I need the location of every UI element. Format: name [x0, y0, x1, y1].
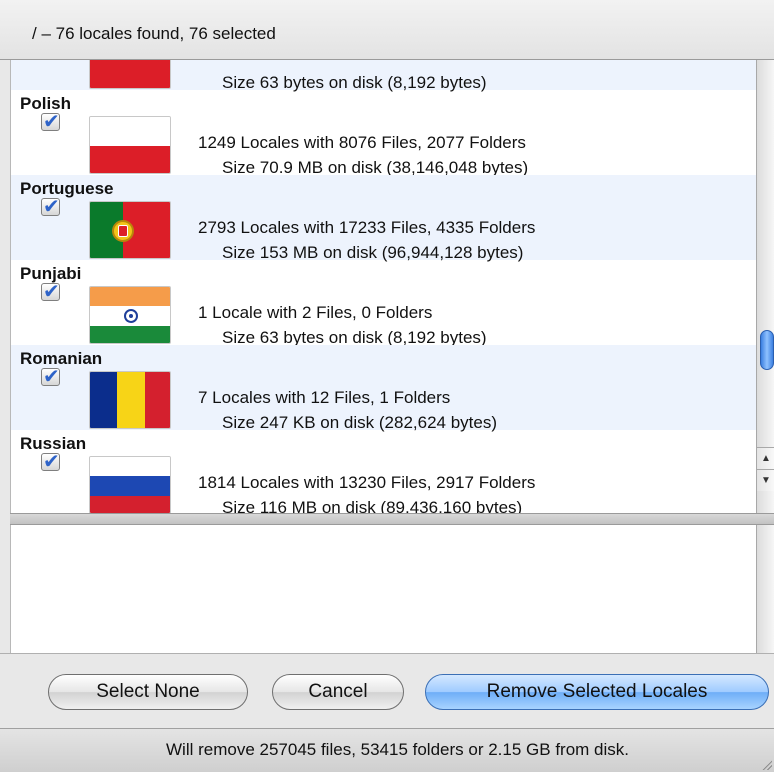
header-bar: / – 76 locales found, 76 selected	[0, 0, 774, 60]
button-bar: Select None Cancel Remove Selected Local…	[0, 653, 774, 728]
locale-stats: 2793 Locales with 17233 Files, 4335 Fold…	[198, 218, 536, 237]
locale-list[interactable]: Size 63 bytes on disk (8,192 bytes) Poli…	[10, 60, 756, 513]
portugal-flag-icon	[89, 201, 171, 259]
detail-pane	[10, 525, 756, 653]
locale-stats: 1814 Locales with 13230 Files, 2917 Fold…	[198, 473, 536, 492]
list-item[interactable]: Punjabi 1 Locale with 2 Files, 0 Folders…	[11, 260, 756, 347]
locale-stats: 1 Locale with 2 Files, 0 Folders	[198, 303, 433, 322]
locale-stats: 7 Locales with 12 Files, 1 Folders	[198, 388, 451, 407]
locale-size: Size 116 MB on disk (89,436,160 bytes)	[222, 498, 523, 513]
remove-selected-locales-button[interactable]: Remove Selected Locales	[425, 674, 769, 710]
detail-scrollbar[interactable]	[756, 525, 774, 653]
list-scrollbar[interactable]: ▲ ▼	[756, 60, 774, 513]
status-bar: Will remove 257045 files, 53415 folders …	[0, 728, 774, 772]
locale-checkbox[interactable]	[41, 449, 60, 474]
list-item[interactable]: Portuguese 2793 Locales with 17233 Files…	[11, 175, 756, 262]
list-item[interactable]: Romanian 7 Locales with 12 Files, 1 Fold…	[11, 345, 756, 432]
locale-checkbox[interactable]	[41, 194, 60, 219]
cancel-button[interactable]: Cancel	[272, 674, 404, 710]
locale-name: Romanian	[20, 349, 103, 368]
list-item[interactable]: Size 63 bytes on disk (8,192 bytes)	[11, 60, 756, 92]
select-none-button[interactable]: Select None	[48, 674, 248, 710]
india-flag-icon	[89, 286, 171, 344]
list-item[interactable]: Polish 1249 Locales with 8076 Files, 207…	[11, 90, 756, 177]
locale-checkbox[interactable]	[41, 364, 60, 389]
status-text: Will remove 257045 files, 53415 folders …	[166, 740, 629, 759]
locale-name: Portuguese	[20, 179, 114, 198]
scroll-up-arrow-icon[interactable]: ▲	[757, 447, 774, 469]
list-item[interactable]: Russian 1814 Locales with 13230 Files, 2…	[11, 430, 756, 513]
split-view-divider[interactable]	[10, 513, 774, 525]
scroll-thumb[interactable]	[760, 330, 774, 370]
locale-summary: / – 76 locales found, 76 selected	[32, 24, 276, 43]
scroll-down-arrow-icon[interactable]: ▼	[757, 469, 774, 491]
romania-flag-icon	[89, 371, 171, 429]
poland-flag-icon	[89, 116, 171, 174]
flag-icon	[89, 60, 171, 89]
russia-flag-icon	[89, 456, 171, 513]
locale-checkbox[interactable]	[41, 109, 60, 134]
locale-stats: 1249 Locales with 8076 Files, 2077 Folde…	[198, 133, 526, 152]
resize-grip-icon[interactable]	[760, 758, 772, 770]
locale-checkbox[interactable]	[41, 279, 60, 304]
